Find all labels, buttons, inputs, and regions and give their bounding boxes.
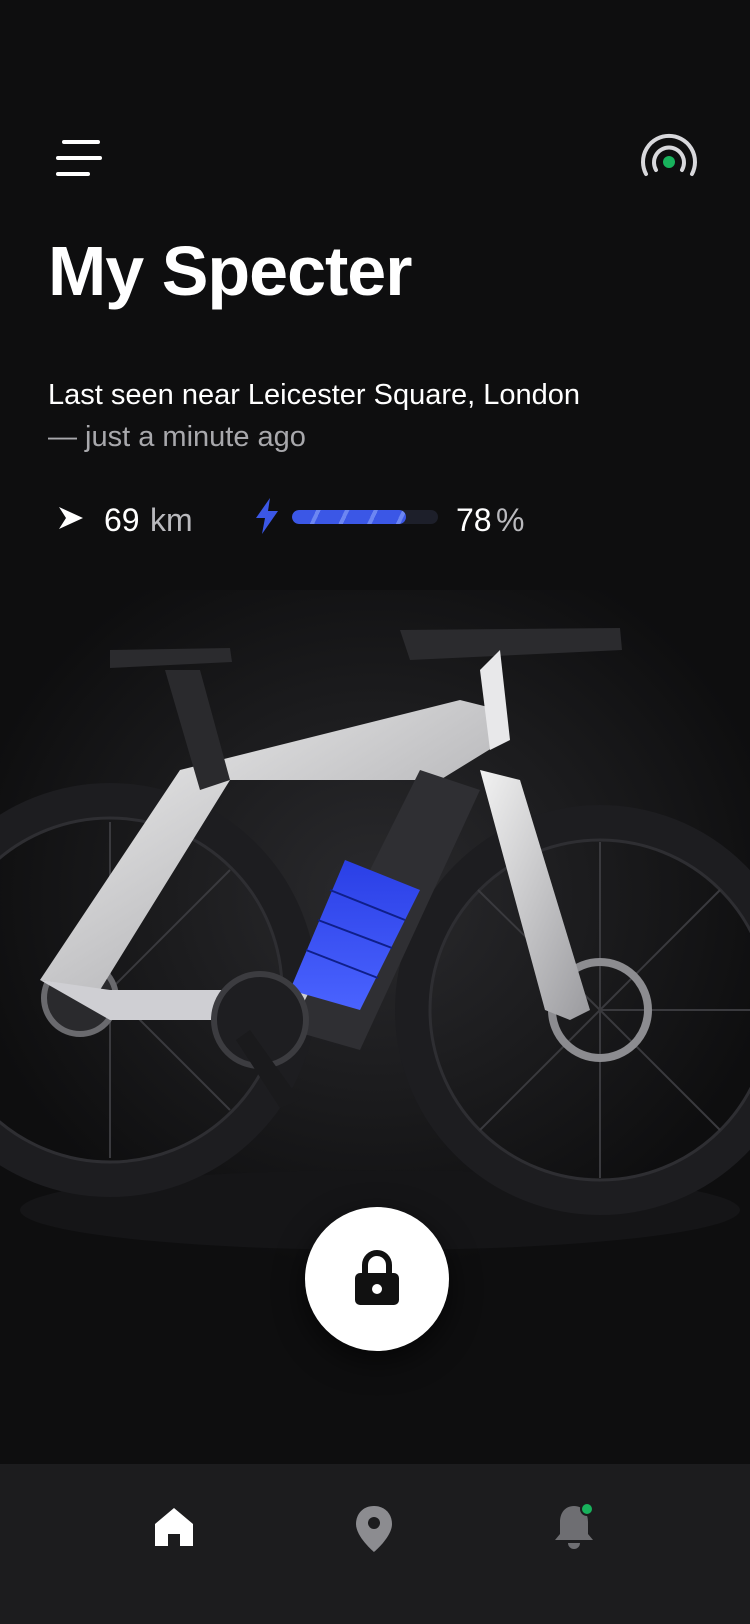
nav-map[interactable] (338, 1490, 410, 1562)
bike-stats: 69 km 78 % (58, 498, 618, 542)
last-seen-location: Last seen near Leicester Square, London … (48, 374, 580, 458)
hamburger-icon-line (56, 156, 102, 160)
home-icon (155, 1508, 193, 1546)
map-pin-icon (356, 1506, 392, 1552)
home-screen: My Specter Last seen near Leicester Squa… (0, 0, 750, 1624)
connection-status-button[interactable] (638, 132, 700, 182)
battery-value: 78 (456, 502, 492, 538)
menu-button[interactable] (52, 136, 108, 182)
bike-image (0, 590, 750, 1270)
hamburger-icon-line (62, 140, 100, 144)
page-title: My Specter (48, 232, 412, 310)
range-value: 69 (104, 502, 140, 538)
lock-icon (355, 1250, 399, 1305)
battery-level-fill (292, 510, 406, 524)
nav-notifications[interactable] (538, 1490, 610, 1562)
location-timestamp: — just a minute ago (48, 421, 306, 453)
range-unit: km (150, 502, 193, 538)
location-text: Last seen near Leicester Square, London (48, 379, 581, 411)
lock-button[interactable] (305, 1207, 449, 1351)
navigation-arrow-icon (59, 507, 83, 529)
hamburger-icon-line (56, 172, 90, 176)
battery-level-bar (292, 510, 438, 524)
nav-home[interactable] (138, 1490, 210, 1562)
battery-unit: % (496, 502, 525, 538)
bottom-navigation (0, 1464, 750, 1624)
lightning-bolt-icon (256, 498, 278, 534)
signal-broadcast-icon (641, 133, 697, 176)
notification-badge (580, 1502, 594, 1516)
